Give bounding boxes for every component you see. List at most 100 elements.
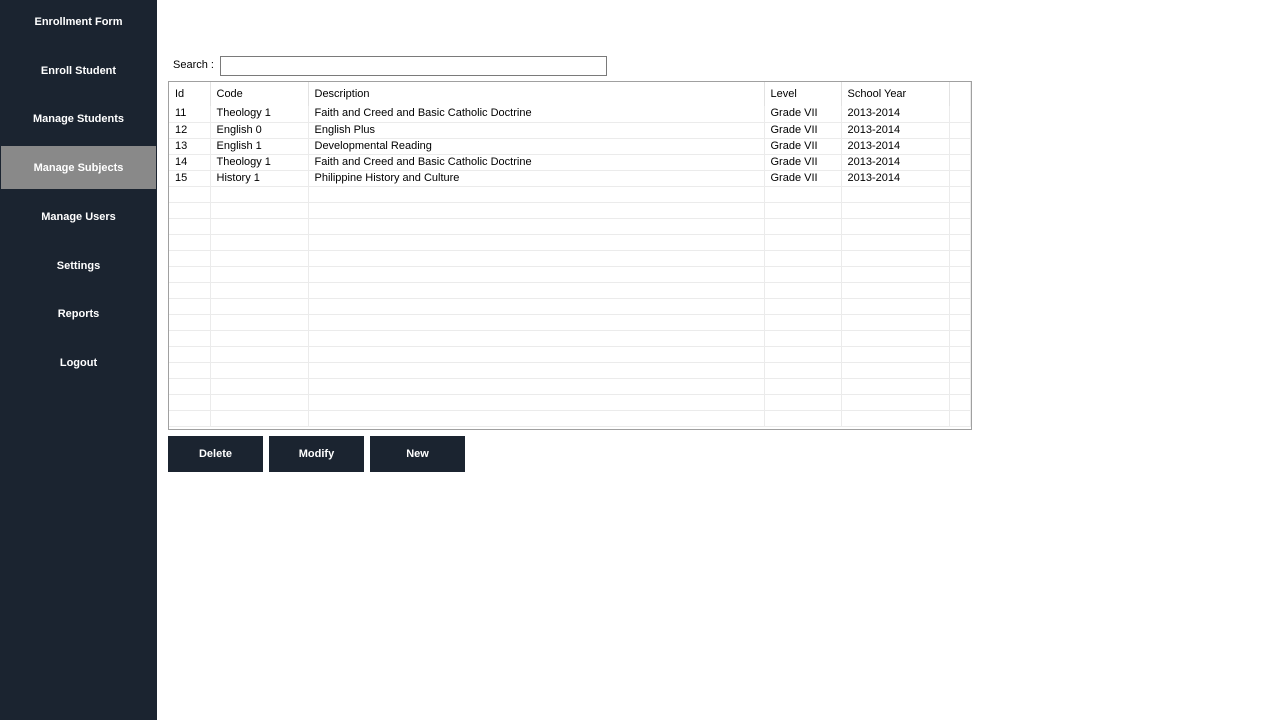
empty-cell [308, 218, 765, 235]
empty-cell [949, 378, 971, 395]
empty-cell [949, 410, 971, 427]
empty-cell [308, 394, 765, 411]
empty-cell [169, 282, 211, 299]
table-row[interactable]: 15 History 1 Philippine History and Cult… [169, 170, 971, 187]
table-row[interactable]: 12 English 0 English Plus Grade VII 2013… [169, 122, 971, 139]
empty-cell [764, 314, 842, 331]
empty-cell [210, 394, 309, 411]
empty-cell [764, 298, 842, 315]
empty-row [169, 410, 971, 427]
empty-cell [308, 410, 765, 427]
cell-id: 14 [169, 154, 211, 171]
column-header-school-year[interactable]: School Year [841, 82, 950, 106]
empty-cell [841, 330, 950, 347]
empty-cell [308, 282, 765, 299]
empty-cell [764, 266, 842, 283]
empty-cell [841, 298, 950, 315]
empty-cell [764, 282, 842, 299]
empty-cell [210, 362, 309, 379]
cell-id: 12 [169, 122, 211, 139]
cell-filler [949, 154, 971, 171]
app-window: Enrollment Form Enroll Student Manage St… [0, 0, 1280, 720]
empty-cell [841, 362, 950, 379]
column-header-id[interactable]: Id [169, 82, 211, 106]
cell-code: Theology 1 [210, 106, 309, 123]
sidebar: Enrollment Form Enroll Student Manage St… [0, 0, 157, 720]
empty-cell [169, 362, 211, 379]
empty-cell [210, 266, 309, 283]
table-row[interactable]: 13 English 1 Developmental Reading Grade… [169, 138, 971, 155]
delete-button[interactable]: Delete [168, 436, 263, 472]
empty-cell [169, 234, 211, 251]
empty-row [169, 394, 971, 411]
empty-row [169, 314, 971, 331]
empty-cell [210, 282, 309, 299]
cell-school-year: 2013-2014 [841, 122, 950, 139]
empty-cell [841, 202, 950, 219]
empty-cell [169, 298, 211, 315]
empty-row [169, 298, 971, 315]
empty-cell [169, 250, 211, 267]
empty-cell [949, 346, 971, 363]
empty-cell [169, 218, 211, 235]
sidebar-item-manage-subjects[interactable]: Manage Subjects [1, 146, 156, 189]
empty-cell [169, 186, 211, 203]
empty-cell [764, 362, 842, 379]
empty-cell [308, 330, 765, 347]
empty-cell [210, 410, 309, 427]
column-header-description[interactable]: Description [308, 82, 765, 106]
cell-id: 11 [169, 106, 211, 123]
empty-cell [841, 314, 950, 331]
empty-cell [210, 378, 309, 395]
cell-filler [949, 170, 971, 187]
empty-cell [841, 218, 950, 235]
empty-cell [841, 346, 950, 363]
empty-cell [949, 282, 971, 299]
empty-cell [308, 266, 765, 283]
new-button[interactable]: New [370, 436, 465, 472]
cell-description: Faith and Creed and Basic Catholic Doctr… [308, 154, 765, 171]
empty-cell [308, 314, 765, 331]
table-row[interactable]: 11 Theology 1 Faith and Creed and Basic … [169, 106, 971, 123]
empty-cell [308, 362, 765, 379]
column-header-code[interactable]: Code [210, 82, 309, 106]
sidebar-item-label: Manage Subjects [33, 161, 124, 174]
empty-cell [949, 250, 971, 267]
empty-cell [841, 250, 950, 267]
sidebar-item-manage-users[interactable]: Manage Users [1, 195, 156, 238]
sidebar-item-logout[interactable]: Logout [1, 341, 156, 384]
empty-row [169, 234, 971, 251]
sidebar-item-enrollment-form[interactable]: Enrollment Form [1, 0, 156, 43]
empty-cell [764, 218, 842, 235]
empty-cell [210, 218, 309, 235]
table-row[interactable]: 14 Theology 1 Faith and Creed and Basic … [169, 154, 971, 171]
empty-cell [764, 394, 842, 411]
modify-button[interactable]: Modify [269, 436, 364, 472]
column-header-level[interactable]: Level [764, 82, 842, 106]
sidebar-item-manage-students[interactable]: Manage Students [1, 97, 156, 140]
subjects-grid[interactable]: Id Code Description Level School Year 11… [168, 81, 972, 430]
empty-cell [841, 266, 950, 283]
empty-cell [764, 234, 842, 251]
empty-row [169, 202, 971, 219]
sidebar-item-settings[interactable]: Settings [1, 244, 156, 287]
sidebar-item-label: Logout [59, 356, 98, 369]
empty-cell [841, 378, 950, 395]
cell-filler [949, 106, 971, 123]
empty-cell [949, 266, 971, 283]
subjects-table: Id Code Description Level School Year 11… [169, 82, 971, 427]
table-header-row: Id Code Description Level School Year [169, 82, 971, 106]
empty-cell [949, 330, 971, 347]
search-input[interactable] [220, 56, 607, 76]
empty-cell [949, 202, 971, 219]
empty-cell [210, 202, 309, 219]
empty-cell [308, 378, 765, 395]
sidebar-item-reports[interactable]: Reports [1, 292, 156, 335]
sidebar-item-enroll-student[interactable]: Enroll Student [1, 49, 156, 92]
cell-code: English 1 [210, 138, 309, 155]
search-label: Search : [173, 59, 214, 71]
empty-cell [210, 330, 309, 347]
empty-row [169, 218, 971, 235]
cell-school-year: 2013-2014 [841, 138, 950, 155]
empty-cell [841, 410, 950, 427]
